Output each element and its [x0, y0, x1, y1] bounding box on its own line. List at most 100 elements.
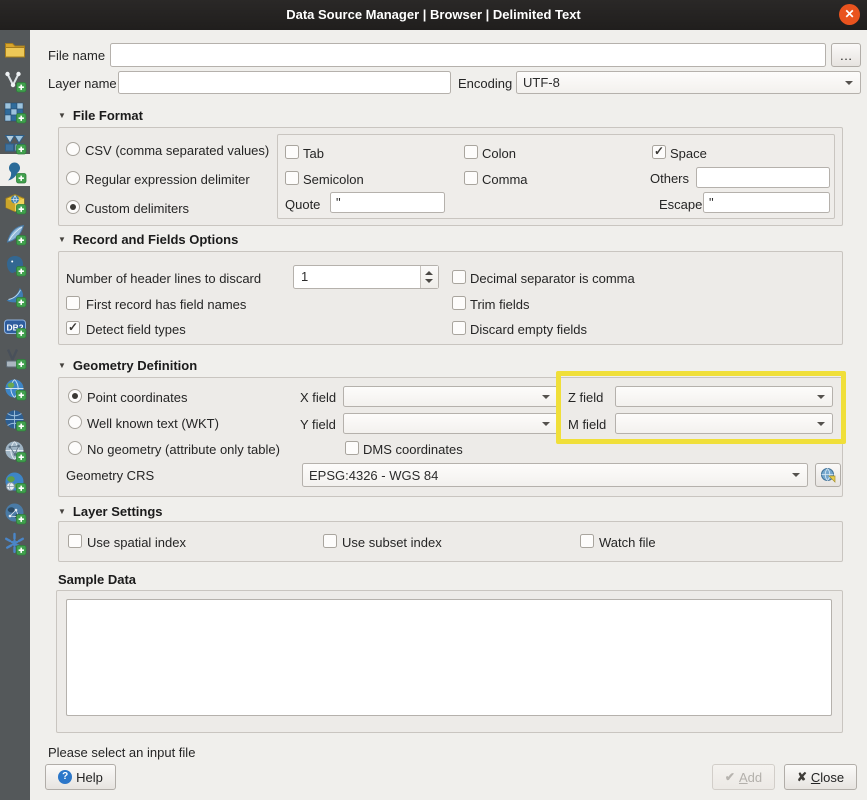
checkbox-comma[interactable] [464, 171, 478, 185]
mesh-layer-icon [3, 131, 27, 155]
checkbox-watch-file[interactable] [580, 534, 594, 548]
sample-data-title: Sample Data [58, 572, 136, 587]
radio-wkt[interactable] [68, 415, 82, 429]
watch-file-label: Watch file [599, 535, 656, 550]
m-field-select[interactable] [615, 413, 833, 434]
sidebar-item-spatialite[interactable] [3, 222, 27, 246]
checkbox-subset-index[interactable] [323, 534, 337, 548]
sidebar-item-geonode[interactable] [3, 532, 27, 556]
checkbox-space-label: Space [670, 146, 707, 161]
sidebar-item-virtual-layer[interactable] [3, 346, 27, 370]
checkbox-space[interactable] [652, 145, 666, 159]
decimal-comma-label: Decimal separator is comma [470, 271, 635, 286]
radio-csv[interactable] [66, 142, 80, 156]
checkbox-comma-label: Comma [482, 172, 528, 187]
sidebar-item-arcgis-feature[interactable] [3, 501, 27, 525]
record-options-header[interactable]: ▼Record and Fields Options [58, 232, 238, 247]
radio-no-geometry[interactable] [68, 441, 82, 455]
radio-custom-delimiters[interactable] [66, 200, 80, 214]
collapse-arrow-icon: ▼ [58, 235, 66, 244]
collapse-arrow-icon: ▼ [58, 361, 66, 370]
layer-name-label: Layer name [48, 76, 117, 91]
encoding-value: UTF-8 [523, 75, 560, 90]
checkbox-semicolon-label: Semicolon [303, 172, 364, 187]
sidebar-item-vector[interactable] [3, 69, 27, 93]
titlebar: Data Source Manager | Browser | Delimite… [0, 0, 867, 30]
header-lines-label: Number of header lines to discard [66, 271, 261, 286]
folder-icon [3, 38, 27, 62]
x-field-select[interactable] [343, 386, 558, 407]
geometry-header[interactable]: ▼Geometry Definition [58, 358, 197, 373]
sidebar-item-arcgis-map[interactable] [3, 470, 27, 494]
layer-settings-header[interactable]: ▼Layer Settings [58, 504, 163, 519]
geonode-star-icon [3, 532, 27, 556]
checkbox-discard-empty[interactable] [452, 321, 466, 335]
sidebar-item-wfs[interactable] [3, 439, 27, 463]
vector-layer-icon [3, 69, 27, 93]
checkbox-spatial-index[interactable] [68, 534, 82, 548]
checkbox-tab-label: Tab [303, 146, 324, 161]
checkbox-first-record-names[interactable] [66, 296, 80, 310]
add-button[interactable]: ✔Add [712, 764, 775, 790]
quote-label: Quote [285, 197, 320, 212]
file-format-header[interactable]: ▼ File Format [58, 108, 143, 123]
radio-regexp-delimiter[interactable] [66, 171, 80, 185]
sidebar-item-delimited-text[interactable] [3, 160, 27, 184]
encoding-select[interactable]: UTF-8 [516, 71, 861, 94]
sidebar-item-db2[interactable]: DB2 [3, 315, 27, 339]
file-format-title: File Format [73, 108, 143, 123]
layer-name-input[interactable] [118, 71, 451, 94]
checkbox-dms-coordinates[interactable] [345, 441, 359, 455]
quote-input[interactable] [330, 192, 445, 213]
checkbox-detect-field-types[interactable] [66, 321, 80, 335]
help-button[interactable]: ?Help [45, 764, 116, 790]
others-input[interactable] [696, 167, 830, 188]
sidebar-item-raster[interactable] [3, 100, 27, 124]
file-name-input[interactable] [110, 43, 826, 67]
spinner-arrows-icon[interactable] [420, 266, 438, 288]
browse-ellipsis-icon: … [840, 48, 853, 63]
x-field-label: X field [300, 390, 336, 405]
checkbox-trim-fields[interactable] [452, 296, 466, 310]
crs-globe-icon [820, 467, 836, 483]
checkbox-decimal-comma[interactable] [452, 270, 466, 284]
sidebar-item-wcs[interactable] [3, 408, 27, 432]
sidebar-item-browser[interactable] [3, 38, 27, 62]
y-field-label: Y field [300, 417, 336, 432]
sidebar-item-postgresql[interactable] [3, 253, 27, 277]
dropdown-arrow-icon [792, 473, 800, 477]
checkbox-semicolon[interactable] [285, 171, 299, 185]
file-name-label: File name [48, 48, 105, 63]
help-icon: ? [58, 770, 72, 784]
escape-label: Escape [659, 197, 702, 212]
header-lines-spinner[interactable] [293, 265, 439, 289]
checkbox-colon[interactable] [464, 145, 478, 159]
globe-wfs-icon [3, 439, 27, 463]
sidebar-item-wms[interactable] [3, 377, 27, 401]
sidebar-item-geopackage[interactable] [3, 191, 27, 215]
escape-input[interactable] [703, 192, 830, 213]
close-x-icon: ✘ [797, 770, 807, 784]
window-close-button[interactable]: ✕ [839, 4, 860, 25]
globe-wms-icon [3, 377, 27, 401]
checkbox-colon-label: Colon [482, 146, 516, 161]
header-lines-input[interactable] [299, 268, 415, 285]
geometry-crs-select[interactable]: EPSG:4326 - WGS 84 [302, 463, 808, 487]
radio-regexp-label: Regular expression delimiter [85, 172, 250, 187]
trim-fields-label: Trim fields [470, 297, 529, 312]
y-field-select[interactable] [343, 413, 558, 434]
select-crs-button[interactable] [815, 463, 841, 487]
sidebar-item-mssql[interactable] [3, 284, 27, 308]
browse-file-button[interactable]: … [831, 43, 861, 67]
radio-point-coordinates[interactable] [68, 389, 82, 403]
dropdown-arrow-icon [542, 422, 550, 426]
checkbox-tab[interactable] [285, 145, 299, 159]
dropdown-arrow-icon [542, 395, 550, 399]
close-button[interactable]: ✘Close [784, 764, 857, 790]
collapse-arrow-icon: ▼ [58, 111, 66, 120]
geometry-crs-label: Geometry CRS [66, 468, 154, 483]
point-coordinates-label: Point coordinates [87, 390, 187, 405]
sidebar-item-mesh[interactable] [3, 131, 27, 155]
z-field-select[interactable] [615, 386, 833, 407]
others-label: Others [650, 171, 689, 186]
